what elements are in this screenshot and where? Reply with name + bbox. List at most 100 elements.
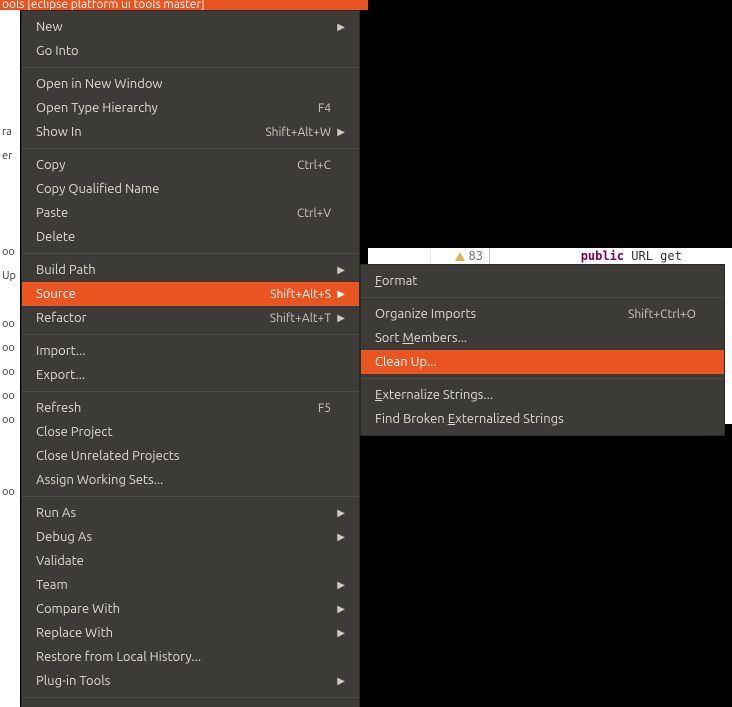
submenu-item-organize-imports[interactable]: Organize ImportsShift+Ctrl+O [361, 302, 724, 326]
menu-item-validate[interactable]: Validate [22, 549, 359, 573]
context-menu[interactable]: New▶Go IntoOpen in New WindowOpen Type H… [21, 10, 360, 707]
menu-item-compare-with[interactable]: Compare With▶ [22, 597, 359, 621]
menu-item-restore-from-local-history[interactable]: Restore from Local History... [22, 645, 359, 669]
gutter-line: 83 [431, 248, 489, 264]
menu-item-accelerator: Ctrl+V [297, 207, 331, 220]
menu-item-label: Assign Working Sets... [36, 473, 331, 487]
chevron-right-icon: ▶ [331, 126, 345, 138]
menu-item-plug-in-tools[interactable]: Plug-in Tools▶ [22, 669, 359, 693]
submenu-item-label: Sort Members... [375, 331, 696, 345]
submenu-item-label: Find Broken Externalized Strings [375, 412, 696, 426]
menu-item-label: Build Path [36, 263, 331, 277]
menu-item-label: Show In [36, 125, 265, 139]
chevron-right-icon: ▶ [331, 675, 345, 687]
menu-separator [22, 67, 359, 68]
chevron-right-icon: ▶ [331, 627, 345, 639]
menu-item-close-unrelated-projects[interactable]: Close Unrelated Projects [22, 444, 359, 468]
menu-item-debug-as[interactable]: Debug As▶ [22, 525, 359, 549]
menu-item-source[interactable]: SourceShift+Alt+S▶ [22, 282, 359, 306]
submenu-item-label: Organize Imports [375, 307, 628, 321]
menu-separator [361, 378, 724, 379]
menu-item-label: Compare With [36, 602, 331, 616]
menu-item-accelerator: F5 [318, 402, 331, 415]
menu-item-accelerator: Shift+Alt+W [265, 126, 331, 139]
code-line: public URL get [494, 248, 732, 264]
menu-item-properties[interactable]: PropertiesAlt+Enter [22, 702, 359, 707]
menu-item-label: Copy [36, 158, 297, 172]
chevron-right-icon: ▶ [331, 264, 345, 276]
menu-item-import[interactable]: Import... [22, 339, 359, 363]
menu-item-label: Open Type Hierarchy [36, 101, 318, 115]
menu-separator [22, 391, 359, 392]
warning-icon [455, 252, 465, 261]
menu-item-label: Open in New Window [36, 77, 331, 91]
chevron-right-icon: ▶ [331, 603, 345, 615]
submenu-item-accelerator: Shift+Ctrl+O [628, 308, 696, 321]
submenu-item-label: Externalize Strings... [375, 388, 696, 402]
submenu-item-clean-up[interactable]: Clean Up... [361, 350, 724, 374]
left-text-strip: ra er oo Up oo oo oo oo oo oo [0, 0, 20, 707]
menu-item-label: Copy Qualified Name [36, 182, 331, 196]
menu-item-label: Export... [36, 368, 331, 382]
menu-item-open-type-hierarchy[interactable]: Open Type HierarchyF4 [22, 96, 359, 120]
menu-separator [22, 148, 359, 149]
menu-item-label: Run As [36, 506, 331, 520]
menu-item-close-project[interactable]: Close Project [22, 420, 359, 444]
menu-item-run-as[interactable]: Run As▶ [22, 501, 359, 525]
menu-separator [361, 297, 724, 298]
menu-item-label: Delete [36, 230, 331, 244]
menu-item-label: Replace With [36, 626, 331, 640]
menu-item-label: Source [36, 287, 270, 301]
menu-separator [22, 697, 359, 698]
menu-item-new[interactable]: New▶ [22, 15, 359, 39]
menu-item-build-path[interactable]: Build Path▶ [22, 258, 359, 282]
menu-item-go-into[interactable]: Go Into [22, 39, 359, 63]
menu-item-assign-working-sets[interactable]: Assign Working Sets... [22, 468, 359, 492]
chevron-right-icon: ▶ [331, 531, 345, 543]
menu-separator [22, 496, 359, 497]
menu-item-label: Debug As [36, 530, 331, 544]
menu-item-accelerator: F4 [318, 102, 331, 115]
menu-item-label: Close Unrelated Projects [36, 449, 331, 463]
menu-item-accelerator: Ctrl+C [297, 159, 331, 172]
menu-item-copy[interactable]: CopyCtrl+C [22, 153, 359, 177]
menu-item-paste[interactable]: PasteCtrl+V [22, 201, 359, 225]
menu-item-accelerator: Shift+Alt+S [270, 288, 331, 301]
menu-item-team[interactable]: Team▶ [22, 573, 359, 597]
menu-item-delete[interactable]: Delete [22, 225, 359, 249]
menu-item-open-in-new-window[interactable]: Open in New Window [22, 72, 359, 96]
menu-item-replace-with[interactable]: Replace With▶ [22, 621, 359, 645]
chevron-right-icon: ▶ [331, 21, 345, 33]
menu-item-label: Validate [36, 554, 331, 568]
menu-item-label: Paste [36, 206, 297, 220]
menu-item-label: Refresh [36, 401, 318, 415]
submenu-item-sort-members[interactable]: Sort Members... [361, 326, 724, 350]
submenu-item-externalize-strings[interactable]: Externalize Strings... [361, 383, 724, 407]
menu-separator [22, 253, 359, 254]
chevron-right-icon: ▶ [331, 288, 345, 300]
menu-item-refresh[interactable]: RefreshF5 [22, 396, 359, 420]
submenu-item-format[interactable]: Format [361, 269, 724, 293]
menu-item-label: New [36, 20, 331, 34]
menu-separator [22, 334, 359, 335]
submenu-item-find-broken-externalized-strings[interactable]: Find Broken Externalized Strings [361, 407, 724, 431]
menu-item-label: Restore from Local History... [36, 650, 331, 664]
chevron-right-icon: ▶ [331, 507, 345, 519]
menu-item-label: Import... [36, 344, 331, 358]
menu-item-label: Plug-in Tools [36, 674, 331, 688]
menu-item-copy-qualified-name[interactable]: Copy Qualified Name [22, 177, 359, 201]
chevron-right-icon: ▶ [331, 579, 345, 591]
submenu-item-label: Format [375, 274, 696, 288]
menu-item-show-in[interactable]: Show InShift+Alt+W▶ [22, 120, 359, 144]
menu-item-label: Close Project [36, 425, 331, 439]
menu-item-label: Team [36, 578, 331, 592]
menu-item-label: Refactor [36, 311, 270, 325]
menu-item-refactor[interactable]: RefactorShift+Alt+T▶ [22, 306, 359, 330]
menu-item-accelerator: Shift+Alt+T [270, 312, 331, 325]
window-titlebar: ools [eclipse platform ui tools master] [0, 0, 368, 10]
chevron-right-icon: ▶ [331, 312, 345, 324]
source-submenu[interactable]: Format Organize ImportsShift+Ctrl+O Sort M… [360, 264, 725, 436]
submenu-item-label: Clean Up... [375, 355, 696, 369]
menu-item-label: Go Into [36, 44, 331, 58]
menu-item-export[interactable]: Export... [22, 363, 359, 387]
